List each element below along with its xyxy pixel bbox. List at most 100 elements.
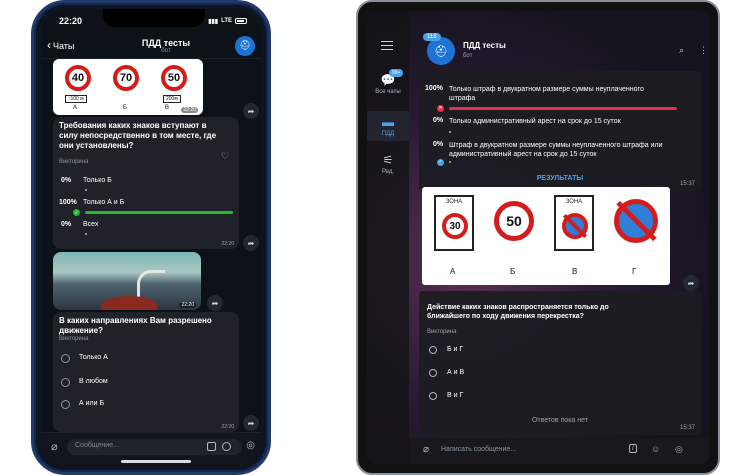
emoji-icon[interactable]: ☺ (651, 444, 660, 454)
microphone-icon[interactable]: ◎ (246, 440, 255, 451)
vote-bar-empty (449, 131, 451, 133)
chat-title[interactable]: ПДД тесты (463, 41, 506, 50)
car-hood (101, 296, 157, 310)
option-percent: 0% (433, 141, 444, 148)
share-icon[interactable]: ➦ (243, 103, 259, 119)
option-radio[interactable] (61, 400, 70, 409)
attach-icon[interactable]: ⌀ (423, 444, 429, 455)
quiz-question: В каких направлениях Вам разрешено движе… (59, 316, 212, 335)
attach-icon[interactable]: ⌀ (51, 440, 58, 453)
sticker-icon[interactable] (222, 442, 231, 451)
quiz-type: Викторина (59, 336, 89, 342)
option-percent: 0% (433, 117, 444, 124)
speed-limit-sign: 50 (494, 201, 534, 241)
chat-title-block[interactable]: ПДД тесты бот (97, 38, 235, 54)
folder-all-chats[interactable]: 💬 99+ Все чаты (367, 69, 409, 95)
zone-speed-sign: ЗОНА 30 (434, 195, 474, 251)
speed-limit-sign: 70 (113, 65, 139, 91)
intersection-photo[interactable]: 22:20 (53, 252, 201, 310)
speed-limit-sign: 50 (161, 65, 187, 91)
folders-sidebar: 💬 99+ Все чаты ▬ ПДД ⚟ Ред. (367, 11, 409, 464)
signs-image-message[interactable]: 40 ↑100 м А 70 Б 50 200м В 22:20 (53, 59, 203, 115)
sign-letter: В (572, 267, 578, 276)
back-button[interactable]: ‹ Чаты (47, 39, 97, 51)
back-label: Чаты (53, 40, 75, 51)
phone-chat-header: ‹ Чаты ПДД тесты бот ⛑ (41, 33, 261, 59)
commands-icon[interactable]: / (629, 444, 637, 453)
quiz-question: Требования каких знаков вступают в силу … (59, 121, 217, 150)
sign-value: 40 (71, 72, 85, 84)
status-time: 22:20 (59, 16, 83, 26)
option-percent: 0% (61, 221, 72, 228)
option-text: Только административный арест на срок до… (449, 118, 621, 125)
bot-avatar[interactable]: ⛑ (235, 35, 255, 56)
folder-label: ПДД (381, 131, 395, 137)
results-button[interactable]: РЕЗУЛЬТАТЫ (419, 175, 701, 182)
sign-letter: Б (510, 267, 516, 276)
option-text: Штраф в двукратном размере суммы неуплач… (449, 142, 663, 158)
no-answers-label: Ответов пока нет (531, 417, 589, 424)
folder-label: Ред. (381, 169, 395, 175)
option-label: Всех (83, 221, 99, 228)
vote-bar-full (85, 211, 233, 214)
message-time: 22:20 (221, 424, 234, 430)
share-icon[interactable]: ➦ (683, 275, 699, 291)
option-label[interactable]: А и В (447, 369, 464, 376)
quiz-type: Викторина (427, 329, 457, 335)
option-radio[interactable] (429, 369, 437, 377)
commands-icon[interactable] (207, 442, 216, 451)
option-text: Только штраф в двукратном размере суммы … (449, 86, 644, 102)
sign-value: 50 (506, 213, 522, 229)
option-label[interactable]: Только А (79, 354, 108, 361)
police-cap-icon: ⛑ (239, 40, 251, 50)
share-icon[interactable]: ➦ (207, 295, 223, 311)
sign-value: 50 (167, 72, 181, 84)
speed-ring: 30 (442, 213, 468, 239)
option-percent: 100% (59, 199, 77, 206)
phone-device: 22:20 ▮▮▮ LTE ‹ Чаты ПДД тесты бот ⛑ 40 … (31, 0, 271, 475)
network-label: LTE (221, 18, 232, 24)
tablet-message-composer: ⌀ Написать сообщение... / ☺ ◎ (409, 438, 709, 464)
option-label[interactable]: В любом (79, 378, 108, 385)
phone-notch (103, 9, 205, 27)
folder-pdd[interactable]: ▬ ПДД (367, 111, 409, 141)
lightbulb-icon[interactable]: ♡ (221, 151, 229, 162)
share-icon[interactable]: ➦ (243, 235, 259, 251)
option-radio[interactable] (61, 378, 70, 387)
quiz-message: Требования каких знаков вступают в силу … (53, 117, 239, 249)
folder-icon: ▬ (382, 115, 394, 129)
unread-count-badge: 118 (423, 33, 441, 41)
option-radio[interactable] (429, 392, 437, 400)
microphone-icon[interactable]: ◎ (675, 444, 683, 455)
sign-letter: А (450, 267, 456, 276)
option-label[interactable]: В и Г (447, 392, 463, 399)
option-label[interactable]: Б и Г (447, 346, 463, 353)
signal-icon: ▮▮▮ (208, 18, 219, 25)
folder-edit[interactable]: ⚟ Ред. (367, 153, 409, 175)
vote-bar-empty (449, 161, 451, 163)
bot-avatar[interactable]: ⛑ (427, 37, 455, 65)
message-input[interactable]: Сообщение... (67, 439, 242, 455)
option-percent: 100% (425, 85, 443, 92)
sign-letter: А (73, 105, 78, 111)
sliders-icon: ⚟ (382, 153, 394, 167)
quiz-results-message: 100% Только штраф в двукратном размере с… (419, 71, 701, 191)
folder-label: Все чаты (375, 89, 401, 95)
option-radio[interactable] (429, 346, 437, 354)
zone-no-parking-sign: ЗОНА (554, 195, 594, 251)
speed-limit-sign: 40 (65, 65, 91, 91)
menu-icon[interactable] (381, 41, 393, 51)
road-arrows (137, 270, 165, 300)
more-vertical-icon[interactable]: ⋮ (699, 45, 708, 56)
option-radio[interactable] (61, 354, 70, 363)
option-label[interactable]: А или Б (79, 400, 104, 407)
home-indicator (121, 460, 191, 463)
quiz-type: Викторина (59, 159, 89, 165)
share-icon[interactable]: ➦ (243, 415, 259, 431)
signs-image-message[interactable]: ЗОНА 30 50 ЗОНА А Б В Г (422, 187, 670, 285)
search-icon[interactable]: ⌕ (679, 45, 684, 56)
chat-title: ПДД тесты (141, 37, 191, 48)
quiz-message: В каких направлениях Вам разрешено движе… (53, 312, 239, 432)
tablet-chat-header: ⛑ 118 ПДД тесты бот ⌕ ⋮ (409, 11, 709, 67)
message-input[interactable]: Написать сообщение... (441, 446, 516, 453)
